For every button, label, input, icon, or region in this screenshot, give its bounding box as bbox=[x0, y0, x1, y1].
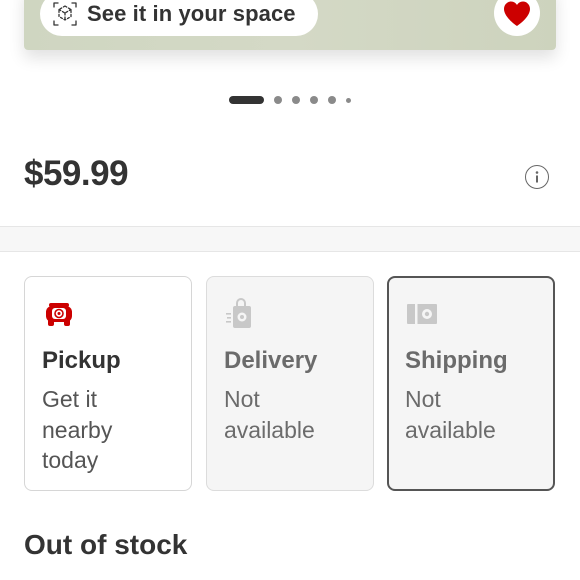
fulfillment-description: Not available bbox=[224, 386, 315, 443]
carousel-dot[interactable] bbox=[274, 96, 282, 104]
ar-cube-icon bbox=[53, 2, 77, 26]
fulfillment-card-delivery[interactable]: Delivery Not available bbox=[206, 276, 374, 491]
fulfillment-title: Pickup bbox=[42, 347, 121, 374]
fulfillment-description: Get it nearby today bbox=[42, 386, 113, 473]
price-info-button[interactable] bbox=[525, 165, 549, 189]
delivery-icon bbox=[226, 298, 251, 328]
shipping-icon bbox=[407, 304, 437, 324]
carousel-indicator bbox=[229, 96, 361, 104]
fulfillment-description: Not available bbox=[405, 386, 496, 443]
fulfillment-title: Shipping bbox=[405, 347, 508, 374]
see-in-your-space-button[interactable]: See it in your space bbox=[40, 0, 318, 36]
fulfillment-card-pickup[interactable]: Pickup Get it nearby today bbox=[24, 276, 192, 491]
section-divider bbox=[0, 226, 580, 252]
carousel-dot-active[interactable] bbox=[229, 96, 264, 104]
fulfillment-title: Delivery bbox=[224, 347, 318, 374]
heart-icon bbox=[504, 1, 530, 26]
carousel-dot[interactable] bbox=[292, 96, 300, 104]
fulfillment-card-shipping[interactable]: Shipping Not available bbox=[387, 276, 555, 491]
product-price: $59.99 bbox=[24, 154, 129, 193]
see-in-your-space-label: See it in your space bbox=[87, 1, 296, 26]
carousel-dot[interactable] bbox=[328, 96, 336, 104]
carousel-dot[interactable] bbox=[346, 97, 351, 103]
carousel-dot[interactable] bbox=[310, 96, 318, 104]
pickup-icon bbox=[46, 303, 72, 326]
info-icon bbox=[535, 171, 539, 183]
stock-status: Out of stock bbox=[24, 529, 188, 560]
